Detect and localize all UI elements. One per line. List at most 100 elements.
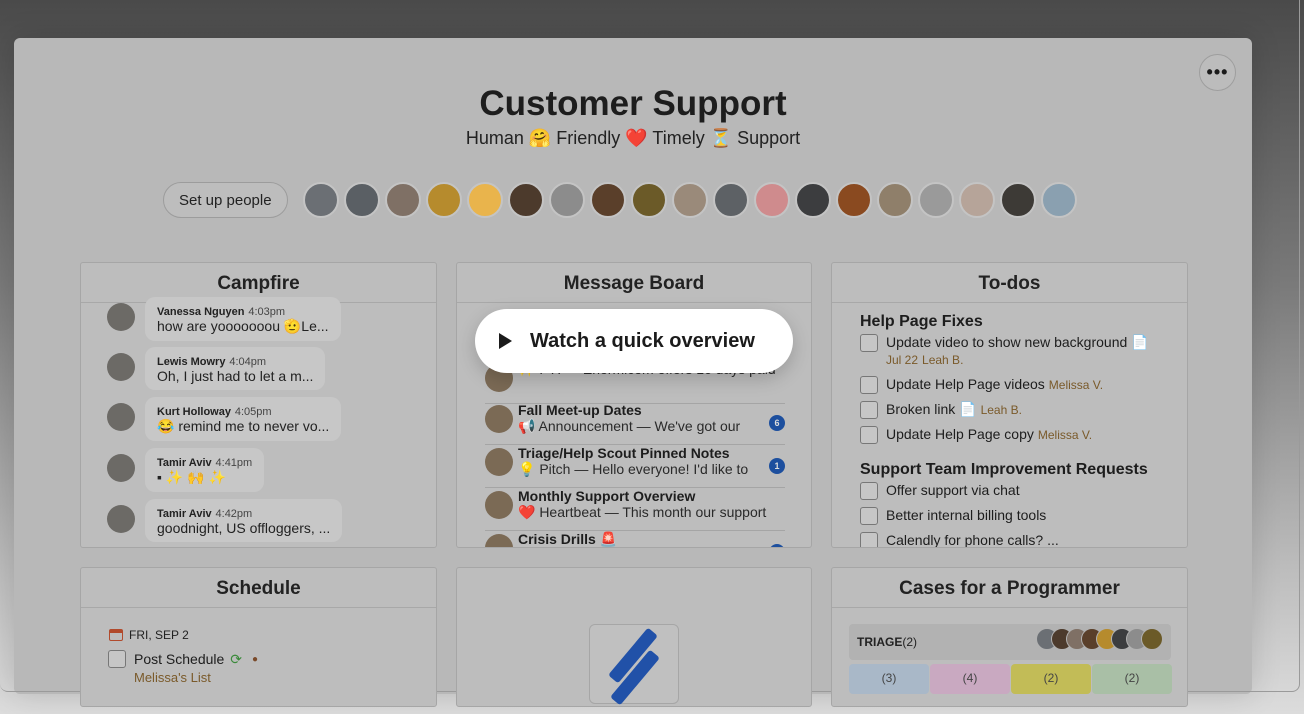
chat-author: Tamir Aviv [157,457,212,469]
avatar[interactable] [917,182,954,218]
todo-assignee: Leah B. [980,403,1022,417]
chat-message[interactable]: Lewis Mowry 4:04pm Oh, I just had to let … [107,347,326,390]
chat-message[interactable]: Tamir Aviv 4:42pm goodnight, US offlogger… [107,499,343,542]
avatar[interactable] [999,182,1036,218]
cases-card[interactable]: Cases for a Programmer TRIAGE (2) (3) (4)… [831,567,1188,707]
todo-line: Offer support via chat [886,482,1020,498]
avatar [107,303,135,331]
todo-checkbox[interactable] [860,507,878,525]
avatar[interactable] [876,182,913,218]
avatar[interactable] [835,182,872,218]
schedule-event[interactable]: Post Schedule ⟳ ● [108,650,258,668]
page-subtitle: Human 🤗 Friendly ❤️ Timely ⏳ Support [465,128,801,148]
message-board-item[interactable]: Crisis Drills 🚨 2 [485,531,785,547]
todo-body: Update video to show new background 📄 Jul… [886,334,1149,367]
assignee-avatar-icon: ● [252,653,259,665]
todo-item[interactable]: Calendly for phone calls? ... [860,532,1059,548]
chat-message[interactable]: Vanessa Nguyen 4:03pm how are yooooooou 🫡… [107,297,341,341]
avatar[interactable] [507,182,544,218]
todo-text: Calendly for phone calls? ... [886,532,1059,548]
todos-card[interactable]: To-dos Help Page Fixes Update video to sh… [831,262,1188,548]
todo-item[interactable]: Update Help Page videos Melissa V. [860,376,1103,394]
avatar[interactable] [343,182,380,218]
avatar[interactable] [958,182,995,218]
todo-item[interactable]: Update video to show new background 📄 Jul… [860,334,1149,367]
todo-line: Update Help Page copy Melissa V. [886,426,1092,442]
message-text: Monthly Support Overview ❤️ Heartbeat — T… [518,488,766,530]
avatar[interactable] [548,182,585,218]
avatar[interactable] [589,182,626,218]
message-board-title[interactable]: Message Board [457,263,811,303]
chat-author-line: Tamir Aviv 4:42pm [157,504,330,520]
repeat-icon: ⟳ [230,650,243,667]
message-board-item[interactable]: Monthly Support Overview ❤️ Heartbeat — T… [485,488,785,531]
triage-label: TRIAGE [857,635,903,649]
chat-message[interactable]: Kurt Holloway 4:05pm 😂 remind me to never… [107,397,342,441]
docs-files-card[interactable] [456,567,812,707]
todo-checkbox[interactable] [860,482,878,500]
message-board-card[interactable]: Message Board ✨ FYI — Enormicom offers 1… [456,262,812,548]
avatar[interactable] [302,182,339,218]
todo-checkbox[interactable] [860,532,878,547]
todo-checkbox[interactable] [860,401,878,419]
avatar[interactable] [753,182,790,218]
todo-line: Update Help Page videos Melissa V. [886,376,1103,392]
todo-item[interactable]: Broken link 📄 Leah B. [860,401,1022,419]
cases-title[interactable]: Cases for a Programmer [832,568,1187,608]
message-excerpt: 💡 Pitch — Hello everyone! I'd like to [518,461,749,477]
case-column[interactable]: (3) [849,664,929,694]
avatar[interactable] [1040,182,1077,218]
schedule-event-label: Post Schedule [134,651,225,667]
todo-list-title[interactable]: Help Page Fixes [860,313,983,331]
triage-avatars [1036,628,1163,650]
avatar[interactable] [712,182,749,218]
case-column[interactable]: (4) [930,664,1010,694]
avatar[interactable] [630,182,667,218]
set-up-people-button[interactable]: Set up people [163,182,288,218]
chat-text: how are yooooooou 🫡Le... [157,318,329,334]
avatar[interactable] [384,182,421,218]
avatar[interactable] [671,182,708,218]
avatar[interactable] [425,182,462,218]
todo-item[interactable]: Better internal billing tools [860,507,1046,525]
todo-line: Update video to show new background 📄 [886,334,1149,351]
todo-line: Better internal billing tools [886,507,1046,523]
todo-item[interactable]: Offer support via chat [860,482,1020,500]
todo-checkbox[interactable] [860,426,878,444]
chat-author-line: Kurt Holloway 4:05pm [157,402,329,418]
message-board-item[interactable]: Fall Meet-up Dates 📢 Announcement — We've… [485,402,785,445]
campfire-card[interactable]: Campfire Vanessa Nguyen 4:03pm how are yo… [80,262,437,548]
case-column[interactable]: (2) [1011,664,1091,694]
todo-checkbox[interactable] [860,334,878,352]
schedule-event-checkbox[interactable] [108,650,126,668]
todo-list-title[interactable]: Support Team Improvement Requests [860,461,1148,479]
todo-text: Update Help Page videos [886,376,1045,392]
todo-meta: Jul 22 Leah B. [886,351,1149,367]
message-board-item[interactable]: Triage/Help Scout Pinned Notes 💡 Pitch — … [485,445,785,488]
message-text: Fall Meet-up Dates 📢 Announcement — We've… [518,402,740,444]
todo-checkbox[interactable] [860,376,878,394]
message-excerpt: ❤️ Heartbeat — This month our support [518,504,767,520]
case-column[interactable]: (2) [1092,664,1172,694]
schedule-card[interactable]: Schedule FRI, SEP 2 Post Schedule ⟳ ● Me… [80,567,437,707]
todo-due-date: Jul 22 [886,353,919,367]
watch-overview-button[interactable]: Watch a quick overview [475,309,793,373]
todo-assignee: Melissa V. [1048,378,1104,392]
comment-count-badge: 1 [769,458,785,474]
people-row: Set up people [163,181,1082,219]
chat-message[interactable]: Tamir Aviv 4:41pm ▪ ✨ 🙌 ✨ [107,448,265,492]
chat-author: Lewis Mowry [157,356,226,368]
todos-title[interactable]: To-dos [832,263,1187,303]
todo-item[interactable]: Update Help Page copy Melissa V. [860,426,1092,444]
chat-author-line: Vanessa Nguyen 4:03pm [157,302,329,318]
triage-column[interactable]: TRIAGE (2) [849,624,1171,660]
todo-text: Offer support via chat [886,482,1020,498]
avatar [485,405,513,433]
schedule-event-list[interactable]: Melissa's List [134,670,211,685]
schedule-title[interactable]: Schedule [81,568,436,608]
chat-author-line: Tamir Aviv 4:41pm [157,453,252,469]
basecamp-logo-icon [589,624,679,706]
avatar[interactable] [466,182,503,218]
avatar [107,454,135,482]
avatar[interactable] [794,182,831,218]
